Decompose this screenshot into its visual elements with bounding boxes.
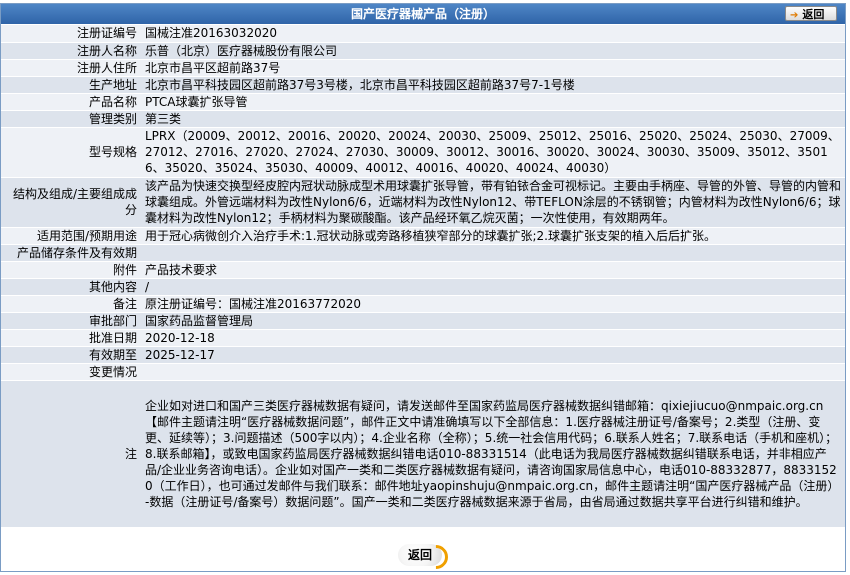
table-row: 产品储存条件及有效期: [1, 244, 845, 262]
field-value: /: [141, 278, 845, 296]
field-label: 产品储存条件及有效期: [1, 244, 141, 262]
table-row: 变更情况: [1, 363, 845, 381]
field-label: 注册人名称: [1, 42, 141, 60]
field-value: 用于冠心病微创介入治疗手术:1.冠状动脉或旁路移植狭窄部分的球囊扩张;2.球囊扩…: [141, 227, 845, 245]
table-row: 注企业如对进口和国产三类医疗器械数据有疑问，请发送邮件至国家药监局医疗器械数据纠…: [1, 380, 845, 528]
field-label: 审批部门: [1, 312, 141, 330]
field-value: 第三类: [141, 110, 845, 128]
table-row: 注册证编号 国械注准20163032020: [1, 25, 845, 43]
field-value: 2020-12-18: [141, 329, 845, 347]
field-label: 变更情况: [1, 363, 141, 381]
table-row: 产品名称 PTCA球囊扩张导管: [1, 93, 845, 111]
field-label: 有效期至: [1, 346, 141, 364]
field-value: LPRX（20009、20012、20016、20020、20024、20030…: [141, 127, 845, 178]
field-label: 批准日期: [1, 329, 141, 347]
field-value: [141, 244, 845, 262]
table-row: 适用范围/预期用途 用于冠心病微创介入治疗手术:1.冠状动脉或旁路移植狭窄部分的球…: [1, 227, 845, 245]
table-row: 结构及组成/主要组成成分 该产品为快速交换型经皮腔内冠状动脉成型术用球囊扩张导管，…: [1, 177, 845, 228]
field-value: 国械注准20163032020: [141, 25, 845, 43]
arrow-right-icon: ➔: [790, 10, 799, 21]
field-label: 注册证编号: [1, 25, 141, 43]
table-row: 生产地址 北京市昌平科技园区超前路37号3号楼，北京市昌平科技园区超前路37号7-…: [1, 76, 845, 94]
field-label: 注册人住所: [1, 59, 141, 77]
field-label: 备注: [1, 295, 141, 313]
table-row: 附件 产品技术要求: [1, 261, 845, 279]
field-value: 北京市昌平区超前路37号: [141, 59, 845, 77]
table-row: 注册人住所 北京市昌平区超前路37号: [1, 59, 845, 77]
table-row: 审批部门 国家药品监督管理局: [1, 312, 845, 330]
page-title: 国产医疗器械产品（注册）: [350, 7, 495, 21]
table-row: 批准日期 2020-12-18: [1, 329, 845, 347]
field-value: 原注册证编号：国械注准20163772020: [141, 295, 845, 313]
table-row: 管理类别 第三类: [1, 110, 845, 128]
field-value: [141, 363, 845, 381]
field-label: 型号规格: [1, 127, 141, 178]
detail-table: 注册证编号 国械注准20163032020 注册人名称 乐普（北京）医疗器械股份有限…: [1, 25, 845, 528]
back-button-top[interactable]: ➔ 返回: [785, 6, 837, 21]
field-label: 附件: [1, 261, 141, 279]
back-button-label: 返回: [802, 8, 825, 21]
title-bar: 国产医疗器械产品（注册） ➔ 返回: [1, 4, 845, 24]
table-row: 注册人名称 乐普（北京）医疗器械股份有限公司: [1, 42, 845, 60]
field-label: 结构及组成/主要组成成分: [1, 177, 141, 228]
table-row: 有效期至 2025-12-17: [1, 346, 845, 364]
field-label: 管理类别: [1, 110, 141, 128]
field-value: 企业如对进口和国产三类医疗器械数据有疑问，请发送邮件至国家药监局医疗器械数据纠错…: [141, 380, 845, 528]
field-label: 生产地址: [1, 76, 141, 94]
table-row: 备注 原注册证编号：国械注准20163772020: [1, 295, 845, 313]
field-label: 其他内容: [1, 278, 141, 296]
table-row: 其他内容 /: [1, 278, 845, 296]
field-value: 该产品为快速交换型经皮腔内冠状动脉成型术用球囊扩张导管，带有铂铱合金可视标记。主…: [141, 177, 845, 228]
field-label: 产品名称: [1, 93, 141, 111]
field-label: 适用范围/预期用途: [1, 227, 141, 245]
field-value: PTCA球囊扩张导管: [141, 93, 845, 111]
back-button-bottom[interactable]: 返回: [398, 540, 453, 574]
table-row: 型号规格 LPRX（20009、20012、20016、20020、20024、2…: [1, 127, 845, 178]
field-label: 注: [1, 380, 141, 528]
field-value: 北京市昌平科技园区超前路37号3号楼，北京市昌平科技园区超前路37号7-1号楼: [141, 76, 845, 94]
field-value: 产品技术要求: [141, 261, 845, 279]
field-value: 国家药品监督管理局: [141, 312, 845, 330]
field-value: 乐普（北京）医疗器械股份有限公司: [141, 42, 845, 60]
field-value: 2025-12-17: [141, 346, 845, 364]
